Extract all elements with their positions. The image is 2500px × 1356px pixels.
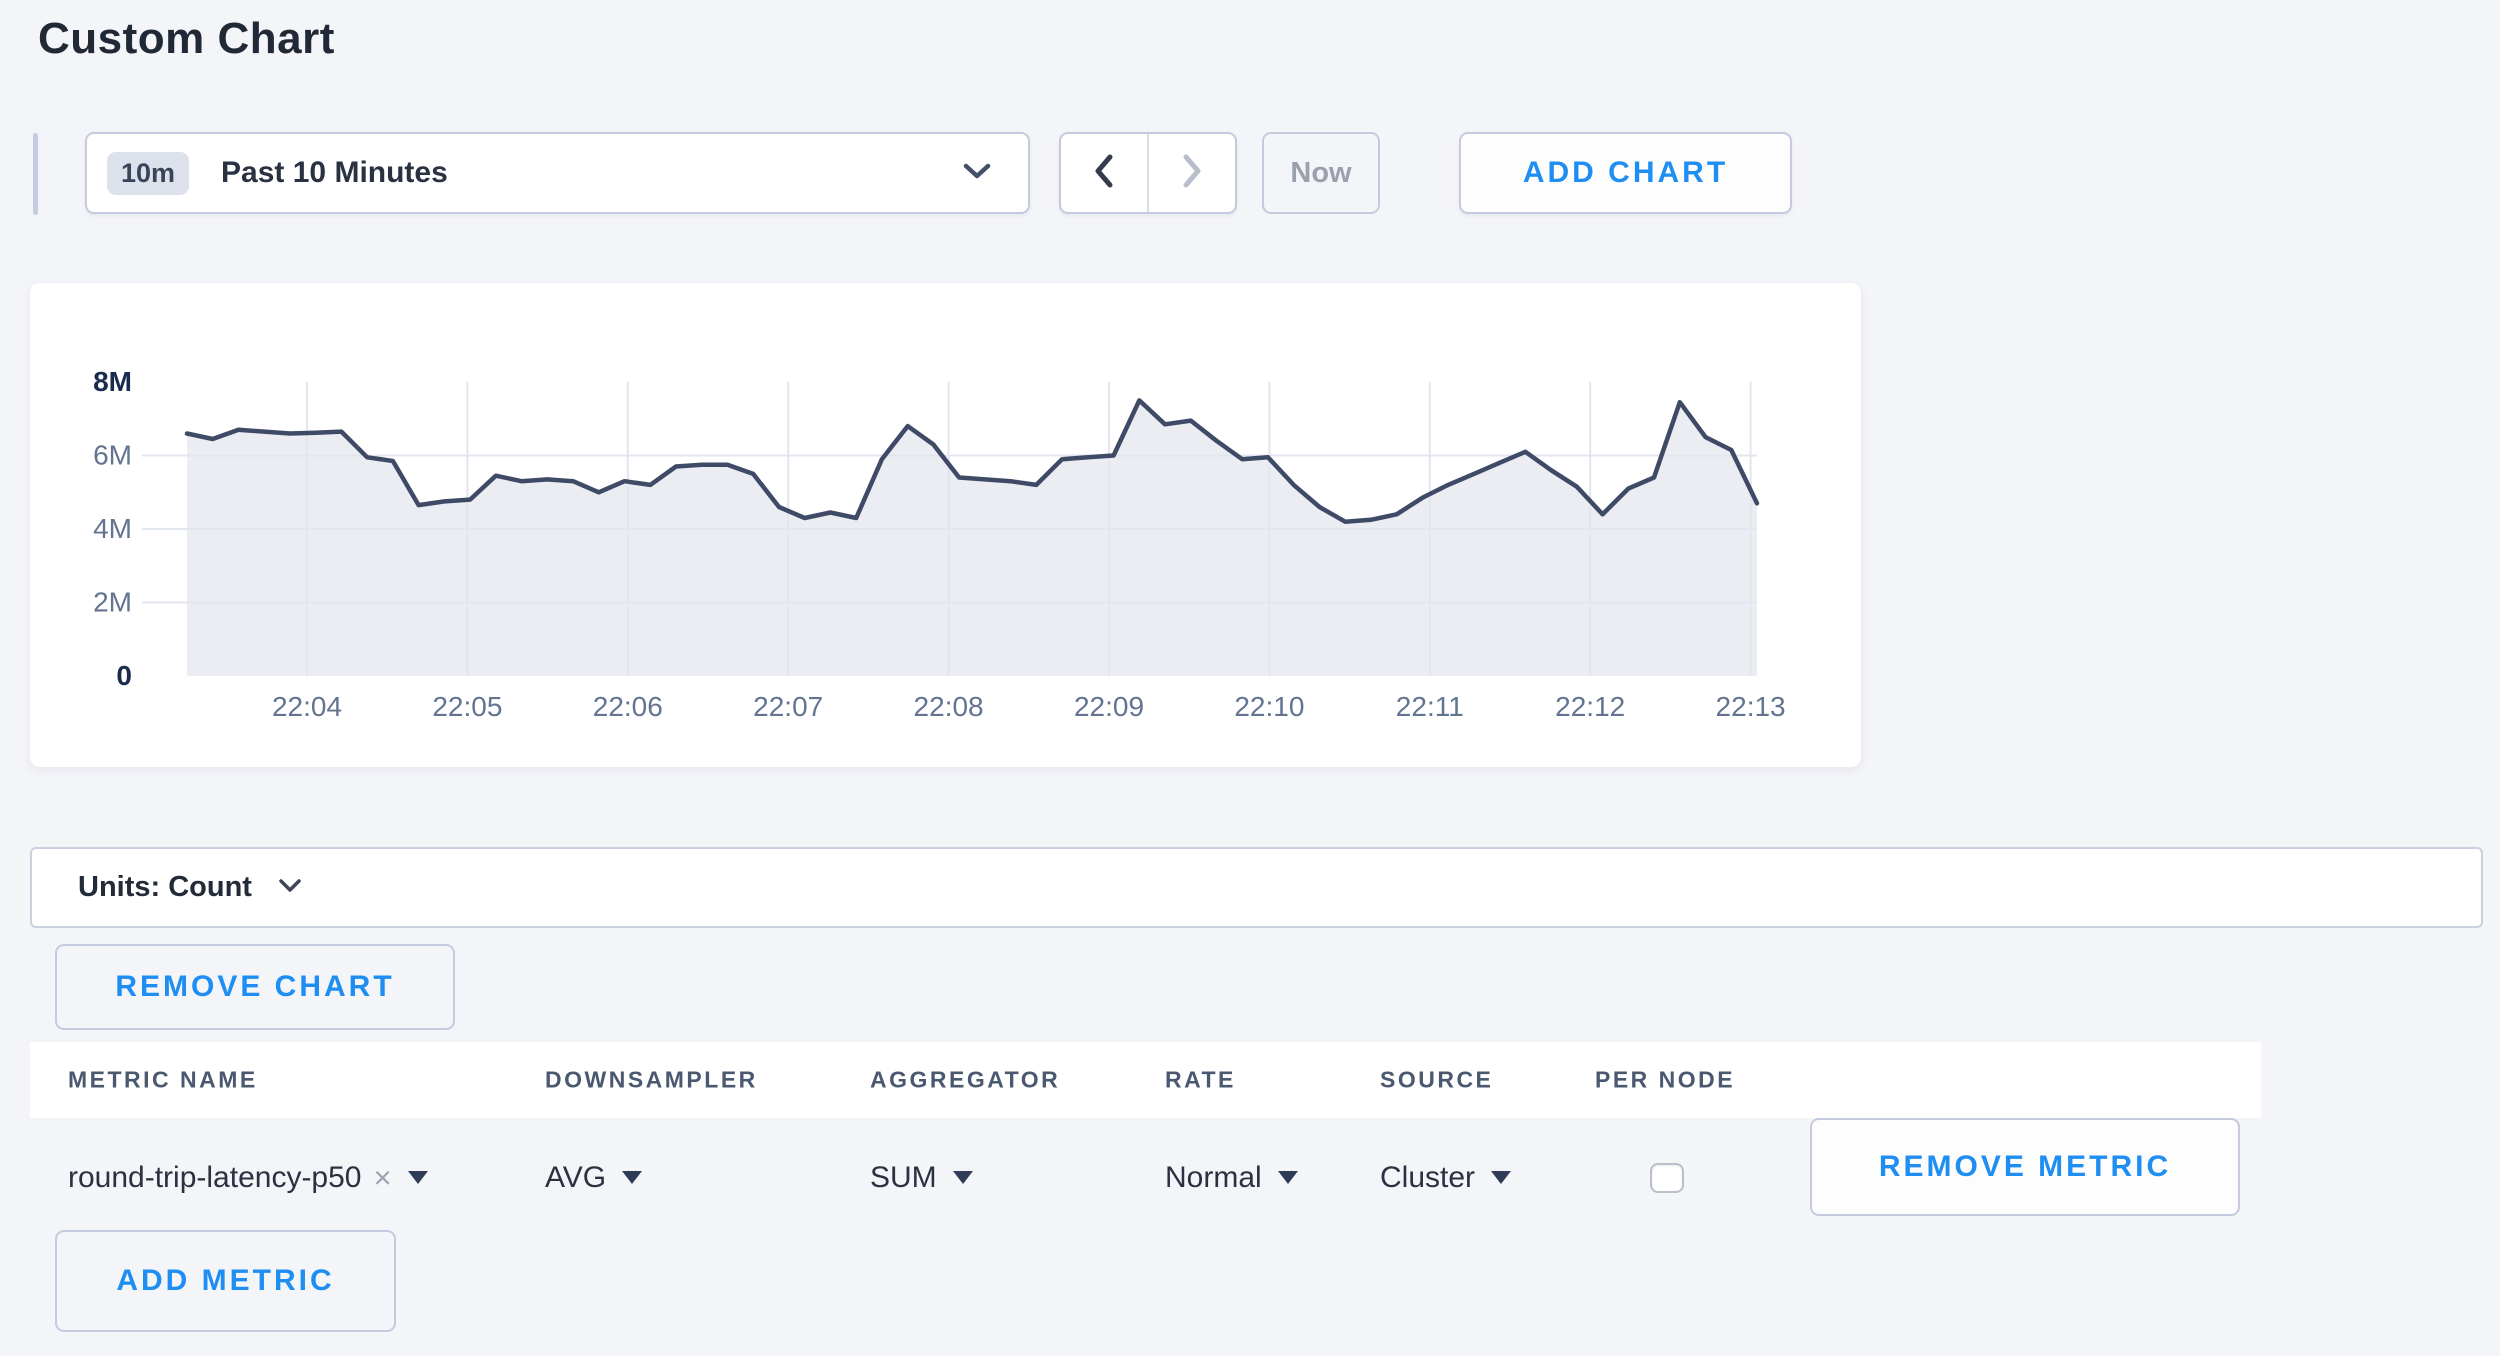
chevron-down-icon <box>962 162 992 185</box>
aggregator-value: SUM <box>870 1161 937 1195</box>
downsampler-dropdown[interactable]: AVG <box>545 1161 642 1195</box>
source-dropdown[interactable]: Cluster <box>1380 1161 1511 1195</box>
y-axis-label: 8M <box>93 366 132 397</box>
caret-down-icon <box>1491 1171 1511 1184</box>
chevron-down-icon <box>278 878 302 898</box>
y-axis-label: 0 <box>116 660 132 691</box>
metrics-table-header: METRIC NAME DOWNSAMPLER AGGREGATOR RATE … <box>30 1042 2261 1118</box>
metric-name-value: round-trip-latency-p50 <box>68 1161 361 1195</box>
x-axis-label: 22:07 <box>753 691 823 722</box>
aggregator-dropdown[interactable]: SUM <box>870 1161 973 1195</box>
rate-value: Normal <box>1165 1161 1262 1195</box>
source-value: Cluster <box>1380 1161 1475 1195</box>
time-pager <box>1059 132 1237 214</box>
x-axis-label: 22:10 <box>1234 691 1304 722</box>
rate-dropdown[interactable]: Normal <box>1165 1161 1298 1195</box>
now-button[interactable]: Now <box>1262 132 1380 214</box>
downsampler-value: AVG <box>545 1161 606 1195</box>
y-axis-label: 2M <box>93 587 132 618</box>
chevron-right-icon <box>1180 152 1204 195</box>
time-range-badge: 10m <box>107 152 189 195</box>
caret-down-icon <box>953 1171 973 1184</box>
x-axis-label: 22:13 <box>1716 691 1786 722</box>
next-time-button[interactable] <box>1147 134 1235 212</box>
caret-down-icon <box>1278 1171 1298 1184</box>
x-axis-label: 22:09 <box>1074 691 1144 722</box>
chevron-left-icon <box>1092 152 1116 195</box>
col-header-rate: RATE <box>1165 1067 1236 1094</box>
add-chart-button[interactable]: ADD CHART <box>1459 132 1792 214</box>
clear-metric-icon[interactable]: × <box>373 1160 391 1196</box>
x-axis-label: 22:11 <box>1396 691 1464 722</box>
x-axis-label: 22:06 <box>593 691 663 722</box>
per-node-checkbox[interactable] <box>1650 1163 1684 1193</box>
y-axis-label: 6M <box>93 440 132 471</box>
metric-name-dropdown[interactable]: round-trip-latency-p50 × <box>68 1160 428 1196</box>
y-axis-label: 4M <box>93 513 132 544</box>
x-axis-label: 22:05 <box>432 691 502 722</box>
col-header-aggregator: AGGREGATOR <box>870 1067 1060 1094</box>
units-label: Units: Count <box>78 871 252 904</box>
col-header-source: SOURCE <box>1380 1067 1493 1094</box>
remove-chart-button[interactable]: REMOVE CHART <box>55 944 455 1030</box>
x-axis-label: 22:08 <box>914 691 984 722</box>
x-axis-label: 22:12 <box>1555 691 1625 722</box>
caret-down-icon <box>622 1171 642 1184</box>
series-area-fill <box>187 400 1757 676</box>
units-dropdown[interactable]: Units: Count <box>30 847 2483 928</box>
add-metric-button[interactable]: ADD METRIC <box>55 1230 396 1332</box>
caret-down-icon <box>408 1171 428 1184</box>
col-header-per-node: PER NODE <box>1595 1067 1735 1094</box>
timeseries-chart: 0 2M 4M 6M 8M 22:04 22:05 22:06 22:07 22:08 22:09 2… <box>30 283 1861 767</box>
time-range-label: Past 10 Minutes <box>221 156 448 190</box>
prev-time-button[interactable] <box>1061 134 1147 212</box>
chart-card: 0 2M 4M 6M 8M 22:04 22:05 22:06 22:07 22:08 22:09 2… <box>30 283 1861 767</box>
col-header-metric-name: METRIC NAME <box>68 1067 258 1094</box>
page-title: Custom Chart <box>38 14 335 64</box>
x-axis-label: 22:04 <box>272 691 342 722</box>
time-range-dropdown[interactable]: 10m Past 10 Minutes <box>85 132 1030 214</box>
toolbar-divider <box>33 133 38 215</box>
col-header-downsampler: DOWNSAMPLER <box>545 1067 758 1094</box>
remove-metric-button[interactable]: REMOVE METRIC <box>1810 1118 2240 1216</box>
